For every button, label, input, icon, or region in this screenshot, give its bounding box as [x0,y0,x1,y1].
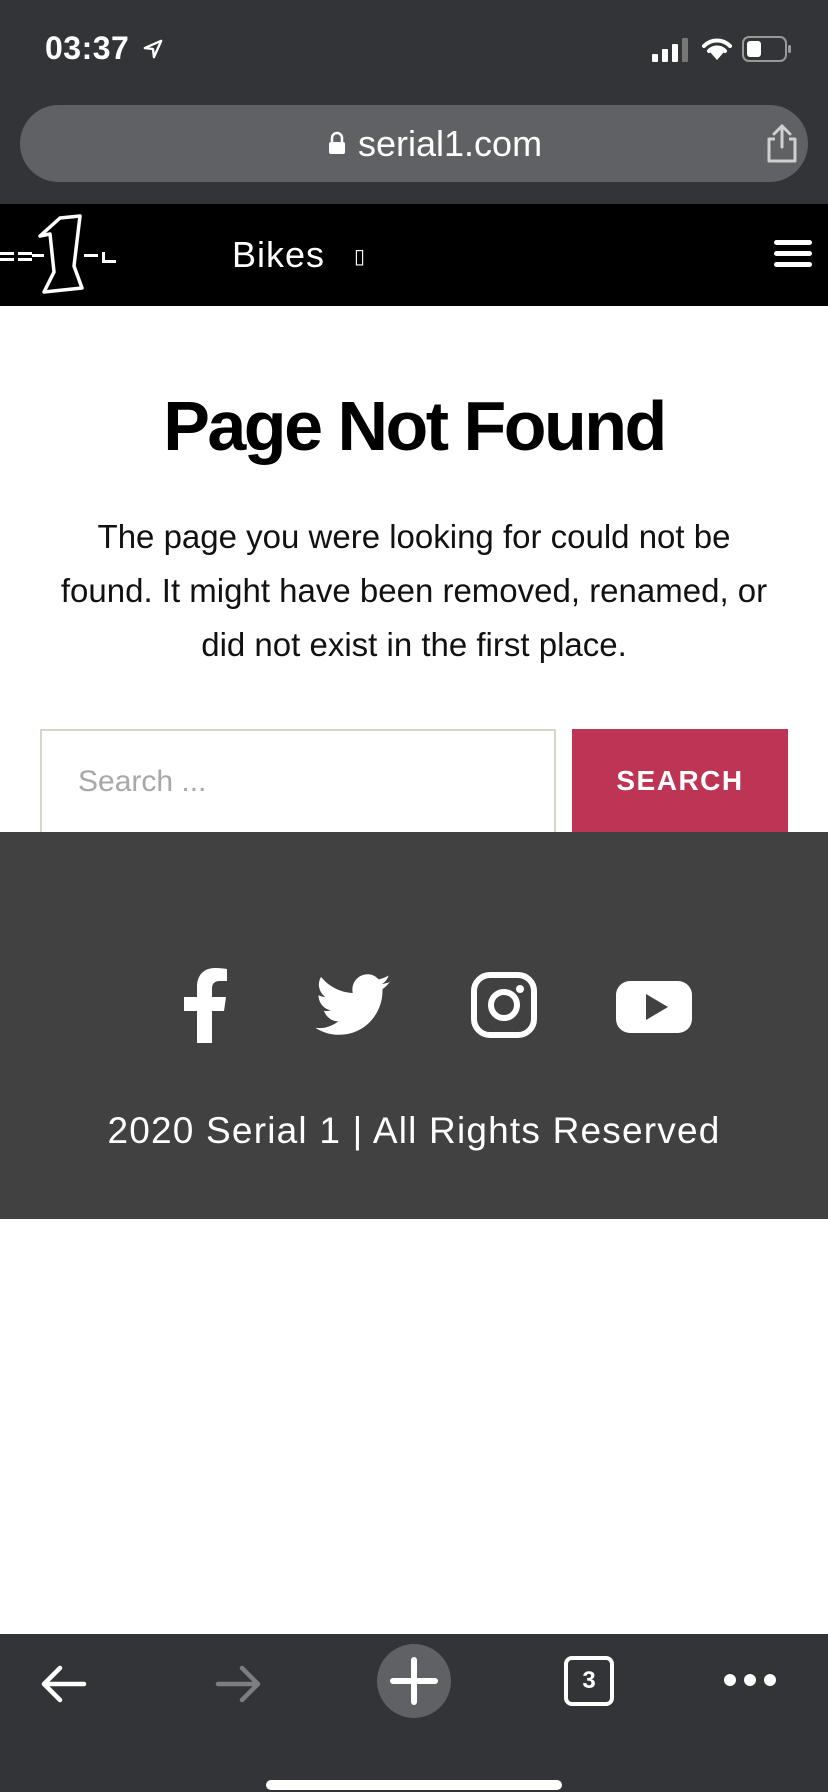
serial-1-logo[interactable] [0,214,122,296]
menu-icon[interactable] [772,236,814,272]
address-bar[interactable]: serial1.com [20,105,808,182]
more-icon[interactable] [722,1668,778,1692]
browser-toolbar: 3 [0,1634,828,1792]
nav-item-bikes[interactable]: Bikes [232,234,325,276]
copyright-text: 2020 Serial 1 | All Rights Reserved [107,1110,721,1151]
new-tab-icon[interactable] [377,1644,451,1718]
site-header: Bikes ▯ [0,204,828,306]
not-found-message: The page you were looking for could not … [60,518,768,663]
search-input[interactable] [40,729,556,832]
url-text: serial1.com [358,123,543,164]
forward-arrow-icon[interactable] [210,1656,266,1712]
status-bar: 03:37 [0,0,828,100]
lock-icon [329,131,345,154]
share-icon[interactable] [764,123,800,163]
page-title: Page Not Found [163,387,667,465]
location-arrow-icon [143,39,163,59]
twitter-icon[interactable] [316,967,392,1043]
battery-icon [742,36,791,62]
home-indicator [266,1780,562,1790]
chevron-down-icon[interactable]: ▯ [354,244,365,269]
youtube-icon[interactable] [614,967,694,1043]
instagram-icon[interactable] [470,967,538,1043]
site-footer: 2020 Serial 1 | All Rights Reserved [0,832,828,1219]
facebook-icon[interactable] [176,967,232,1043]
wifi-icon [702,38,732,60]
signal-icon [652,38,688,62]
tabs-button[interactable]: 3 [564,1656,614,1706]
main-content: Page Not Found The page you were looking… [0,306,828,832]
search-button[interactable]: SEARCH [572,729,788,832]
browser-url-area: serial1.com [0,100,828,204]
back-arrow-icon[interactable] [36,1656,92,1712]
status-time: 03:37 [45,30,130,66]
